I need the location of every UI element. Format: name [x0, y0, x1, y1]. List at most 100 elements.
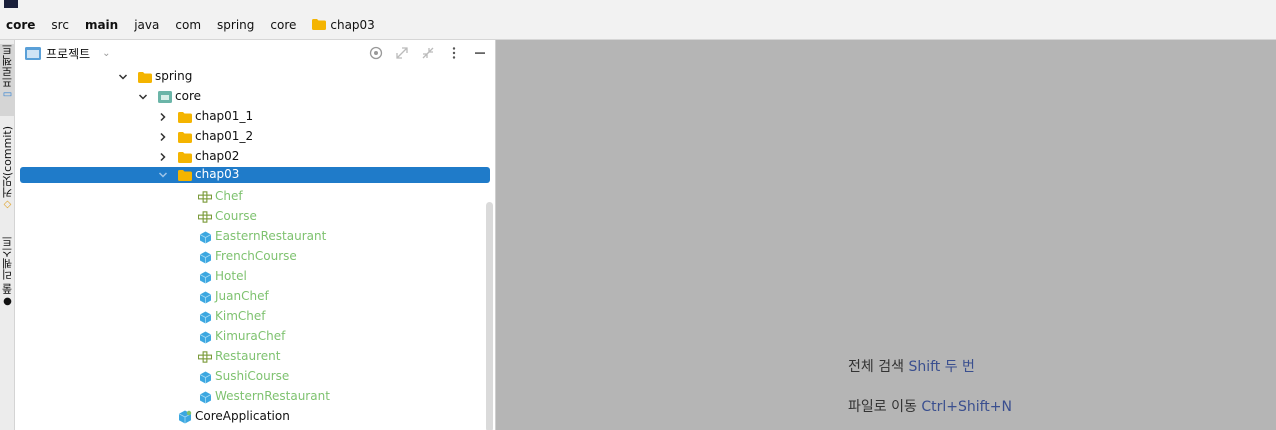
folder-icon — [178, 110, 192, 124]
class-icon — [198, 330, 212, 344]
class-icon — [198, 270, 212, 284]
tree-item-label: SushiCourse — [215, 369, 290, 383]
breadcrumb-item[interactable]: core — [270, 18, 296, 32]
tree-item-sushi-course[interactable]: SushiCourse — [20, 367, 490, 387]
folder-icon — [178, 168, 192, 182]
chevron-down-icon[interactable]: ⌄ — [102, 48, 110, 59]
chevron-right-icon[interactable] — [157, 151, 169, 163]
github-icon: ● — [3, 295, 12, 307]
project-panel-title[interactable]: 프로젝트 — [46, 45, 90, 62]
tree-item-chap02[interactable]: chap02 — [20, 147, 490, 167]
tree-item-label: WesternRestaurant — [215, 389, 330, 403]
breadcrumb-item[interactable]: src — [51, 18, 69, 32]
tree-item-label: chap03 — [195, 167, 240, 181]
tree-item-core-application[interactable]: CoreApplication — [20, 407, 490, 427]
commit-tool-tab-label: 커밋(commit) — [0, 126, 14, 199]
tree-item-label: KimuraChef — [215, 329, 286, 343]
breadcrumb-item-chap03[interactable]: chap03 — [312, 17, 375, 32]
hint-shortcut: Ctrl+Shift+N — [921, 399, 1012, 415]
tree-item-core[interactable]: core — [20, 87, 490, 107]
tree-item-label: KimChef — [215, 309, 266, 323]
tree-item-label: chap02 — [195, 149, 240, 163]
editor-area: 전체 검색 Shift 두 번 파일로 이동 Ctrl+Shift+N — [496, 40, 1276, 430]
tree-item-chap03[interactable]: chap03 — [20, 167, 490, 183]
tree-item-label: FrenchCourse — [215, 249, 297, 263]
breadcrumb-item-label: chap03 — [330, 17, 375, 32]
tree-item-kim-chef[interactable]: KimChef — [20, 307, 490, 327]
tree-item-label: chap01_2 — [195, 129, 254, 143]
project-icon: ▭ — [2, 89, 13, 100]
commit-icon: ◇ — [3, 199, 12, 211]
breadcrumb-item[interactable]: main — [85, 18, 118, 32]
tool-window-strip: 프로젝트 ▭ 커밋(commit) ◇ 풀 리퀘스트 ● — [0, 40, 15, 430]
breadcrumb-item[interactable]: core — [6, 18, 35, 32]
tree-item-chef[interactable]: Chef — [20, 187, 490, 207]
class-icon — [198, 370, 212, 384]
tree-item-juan-chef[interactable]: JuanChef — [20, 287, 490, 307]
tree-scrollbar[interactable] — [486, 202, 493, 430]
folder-icon — [178, 130, 192, 144]
commit-tool-tab[interactable]: 커밋(commit) ◇ — [0, 126, 15, 218]
locate-icon[interactable] — [369, 46, 383, 60]
tree-item-label: JuanChef — [215, 289, 269, 303]
hint-label: 파일로 이동 — [848, 399, 917, 415]
class-icon — [198, 230, 212, 244]
pull-requests-tool-tab-label: 풀 리퀘스트 — [0, 236, 14, 295]
package-icon — [158, 90, 172, 104]
tree-item-kimura-chef[interactable]: KimuraChef — [20, 327, 490, 347]
tree-item-course[interactable]: Course — [20, 207, 490, 227]
tree-item-label: Restaurent — [215, 349, 281, 363]
tree-item-label: chap01_1 — [195, 109, 254, 123]
project-tool-tab-label: 프로젝트 — [0, 44, 14, 88]
class-icon — [198, 250, 212, 264]
go-to-file-hint: 파일로 이동 Ctrl+Shift+N — [848, 396, 1012, 416]
folder-icon — [178, 150, 192, 164]
interface-icon — [198, 190, 212, 204]
tree-item-hotel[interactable]: Hotel — [20, 267, 490, 287]
tree-item-french-course[interactable]: FrenchCourse — [20, 247, 490, 267]
collapse-all-icon[interactable] — [421, 46, 435, 60]
chevron-down-icon[interactable] — [157, 169, 169, 181]
folder-icon — [138, 70, 152, 84]
chevron-right-icon[interactable] — [157, 111, 169, 123]
chevron-right-icon[interactable] — [157, 131, 169, 143]
tree-item-chap01-2[interactable]: chap01_2 — [20, 127, 490, 147]
tree-item-spring[interactable]: spring — [20, 67, 490, 87]
breadcrumb-item[interactable]: com — [175, 18, 201, 32]
spring-boot-class-icon — [178, 410, 192, 424]
tree-item-western-restaurant[interactable]: WesternRestaurant — [20, 387, 490, 407]
tree-item-eastern-restaurant[interactable]: EasternRestaurant — [20, 227, 490, 247]
interface-icon — [198, 350, 212, 364]
folder-icon — [312, 19, 327, 30]
tree-item-label: Hotel — [215, 269, 247, 283]
chevron-down-icon[interactable] — [117, 71, 129, 83]
expand-all-icon[interactable] — [395, 46, 409, 60]
class-icon — [198, 310, 212, 324]
chevron-down-icon[interactable] — [137, 91, 149, 103]
app-logo-icon — [4, 0, 18, 8]
class-icon — [198, 290, 212, 304]
pull-requests-tool-tab[interactable]: 풀 리퀘스트 ● — [0, 236, 15, 320]
search-everywhere-hint: 전체 검색 Shift 두 번 — [848, 356, 975, 376]
tree-item-label: spring — [155, 69, 193, 83]
breadcrumb-item[interactable]: java — [134, 18, 159, 32]
tree-item-label: Course — [215, 209, 257, 223]
navigation-breadcrumb: core src main java com spring core chap0… — [0, 10, 1276, 40]
tree-item-label: core — [175, 89, 201, 103]
hint-shortcut: Shift 두 번 — [908, 359, 975, 375]
project-panel-header: 프로젝트 ⌄ — [15, 40, 495, 66]
hint-label: 전체 검색 — [848, 359, 904, 375]
project-panel: 프로젝트 ⌄ spring core chap01_1 chap01_2 cha… — [15, 40, 496, 430]
main-menu-bar — [0, 0, 1276, 10]
tree-item-label: CoreApplication — [195, 409, 290, 423]
interface-icon — [198, 210, 212, 224]
tree-item-label: Chef — [215, 189, 243, 203]
tree-item-label: EasternRestaurant — [215, 229, 327, 243]
minimize-icon[interactable] — [473, 46, 487, 60]
tree-item-chap01-1[interactable]: chap01_1 — [20, 107, 490, 127]
more-options-icon[interactable] — [447, 46, 461, 60]
project-tool-tab[interactable]: 프로젝트 ▭ — [0, 44, 15, 116]
breadcrumb-item[interactable]: spring — [217, 18, 254, 32]
project-folder-icon — [25, 46, 41, 60]
tree-item-restaurent[interactable]: Restaurent — [20, 347, 490, 367]
